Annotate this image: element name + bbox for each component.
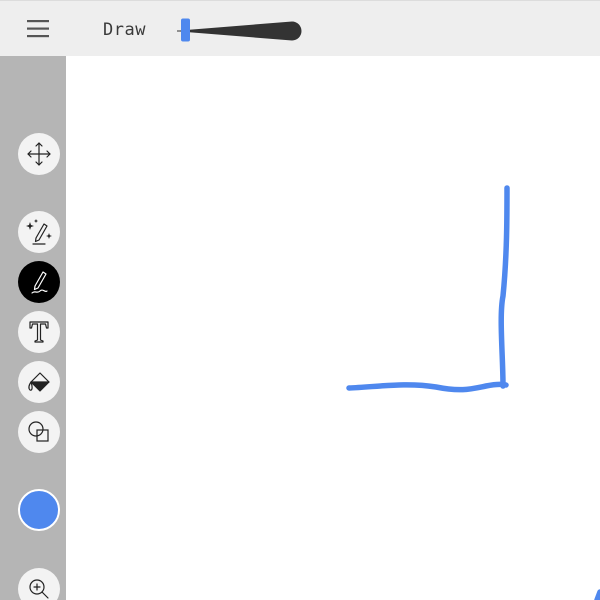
tool-sidebar	[0, 56, 66, 600]
drawn-stroke-horizontal	[346, 381, 509, 393]
pen-icon	[31, 271, 48, 294]
paint-bucket-icon	[28, 372, 50, 392]
drawn-stroke-vertical	[498, 185, 510, 389]
brush-size-taper	[180, 21, 302, 41]
magic-pen-tool-button[interactable]	[18, 211, 60, 253]
color-picker-swatch[interactable]	[18, 489, 60, 531]
hamburger-menu-icon	[27, 20, 49, 38]
text-icon	[29, 321, 49, 343]
zoom-in-icon	[29, 579, 49, 599]
shapes-tool-button[interactable]	[18, 411, 60, 453]
drawing-app: Draw	[0, 0, 600, 600]
brush-size-handle[interactable]	[181, 18, 190, 42]
shapes-icon	[28, 421, 49, 442]
top-toolbar: Draw	[0, 0, 600, 56]
text-tool-button[interactable]	[18, 311, 60, 353]
magic-pen-icon	[26, 219, 52, 245]
mode-label: Draw	[103, 20, 146, 40]
fill-tool-button[interactable]	[18, 361, 60, 403]
move-tool-button[interactable]	[18, 133, 60, 175]
brush-size-slider[interactable]	[176, 17, 306, 45]
move-icon	[27, 142, 51, 166]
zoom-tool-button[interactable]	[18, 568, 60, 600]
menu-button[interactable]	[22, 15, 54, 43]
pen-tool-button[interactable]	[18, 261, 60, 303]
drawing-canvas[interactable]	[66, 56, 600, 600]
